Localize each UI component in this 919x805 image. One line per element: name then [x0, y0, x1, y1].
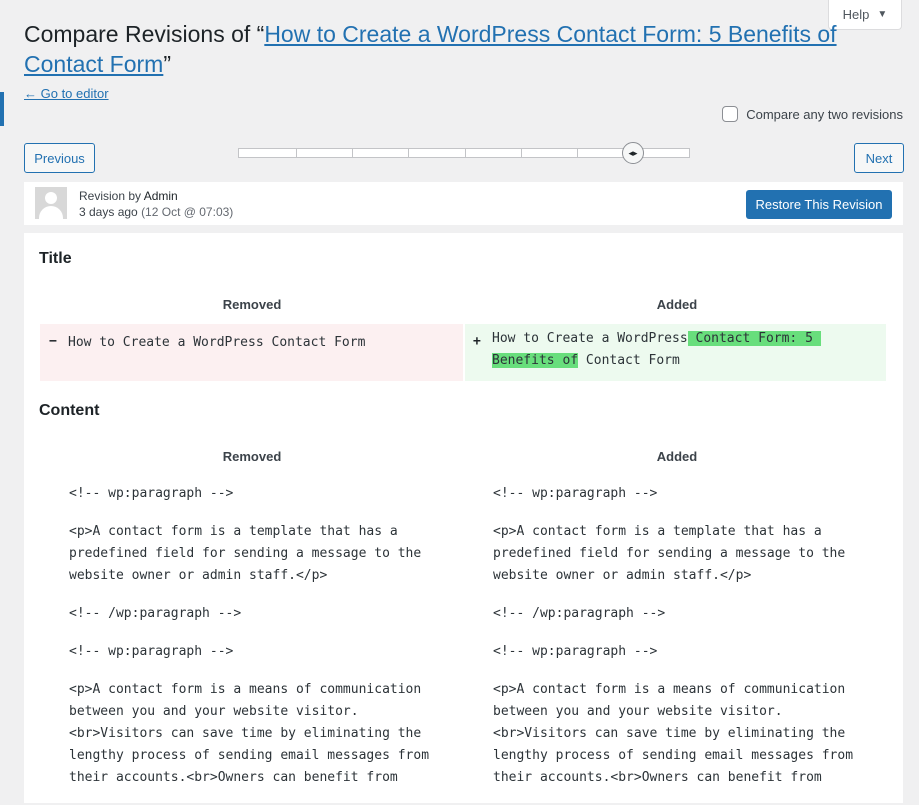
slider-tick	[296, 149, 297, 157]
title-added-highlight: Contact Form: 5	[687, 331, 821, 346]
title-removed-text: How to Create a WordPress Contact Form	[68, 335, 366, 350]
content-added-header: Added	[656, 449, 698, 464]
content-line: <!-- wp:paragraph -->	[493, 644, 658, 659]
title-section-heading: Title	[39, 250, 72, 267]
title-added-text: How to Create a WordPress Contact Form: …	[492, 331, 821, 368]
compare-two-label: Compare any two revisions	[746, 106, 903, 122]
content-line: <!-- wp:paragraph -->	[69, 486, 234, 501]
content-removed-header: Removed	[222, 449, 282, 464]
title-removed-header: Removed	[222, 297, 282, 312]
title-removed-cell: − How to Create a WordPress Contact Form	[40, 324, 463, 381]
content-line: <p>A contact form is a means of communic…	[493, 682, 854, 785]
page-title-prefix: Compare Revisions of “	[24, 21, 265, 47]
restore-revision-button[interactable]: Restore This Revision	[746, 190, 892, 219]
help-label: Help	[842, 7, 870, 22]
previous-button[interactable]: Previous	[24, 143, 95, 173]
content-line: <p>A contact form is a template that has…	[69, 524, 422, 583]
content-line: <!-- /wp:paragraph -->	[69, 606, 242, 621]
content-removed-column: <!-- wp:paragraph --> <p>A contact form …	[69, 483, 469, 805]
content-line: <p>A contact form is a means of communic…	[69, 682, 430, 785]
slider-tick	[465, 149, 466, 157]
revision-author: Admin	[143, 189, 178, 203]
content-line: <p>A contact form is a template that has…	[493, 524, 846, 583]
revision-author-line: Revision by Admin	[79, 189, 178, 203]
caret-down-icon: ▼	[877, 9, 888, 20]
content-line: <!-- /wp:paragraph -->	[493, 606, 666, 621]
compare-two-revisions-toggle[interactable]: Compare any two revisions	[722, 106, 903, 122]
avatar	[35, 187, 67, 219]
revision-date-line: 3 days ago (12 Oct @ 07:03)	[79, 205, 233, 219]
title-added-highlight: Benefits of	[492, 353, 579, 368]
title-added-header: Added	[656, 297, 698, 312]
slider-tick	[521, 149, 522, 157]
content-added-column: <!-- wp:paragraph --> <p>A contact form …	[493, 483, 893, 805]
admin-menu-active-marker	[0, 92, 4, 126]
slider-tick	[577, 149, 578, 157]
slider-handle-icon[interactable]: ◂▸	[622, 142, 644, 164]
title-added-cell: + How to Create a WordPress Contact Form…	[465, 324, 886, 381]
slider-tick	[408, 149, 409, 157]
page-title: Compare Revisions of “How to Create a Wo…	[24, 19, 844, 79]
content-section-heading: Content	[39, 402, 100, 419]
revision-date: (12 Oct @ 07:03)	[141, 205, 234, 219]
next-button[interactable]: Next	[854, 143, 904, 173]
diff-panel: Title Removed Added − How to Create a Wo…	[24, 233, 903, 803]
minus-icon: −	[49, 334, 57, 349]
revision-meta-bar: Revision by Admin 3 days ago (12 Oct @ 0…	[24, 182, 903, 225]
compare-two-checkbox[interactable]	[722, 106, 739, 122]
content-line: <!-- wp:paragraph -->	[69, 644, 234, 659]
plus-icon: +	[473, 334, 481, 349]
slider-tick	[352, 149, 353, 157]
content-line: <!-- wp:paragraph -->	[493, 486, 658, 501]
revision-ago: 3 days ago	[79, 205, 138, 219]
page-title-suffix: ”	[163, 51, 171, 77]
go-to-editor-link[interactable]: ← Go to editor	[24, 86, 109, 101]
